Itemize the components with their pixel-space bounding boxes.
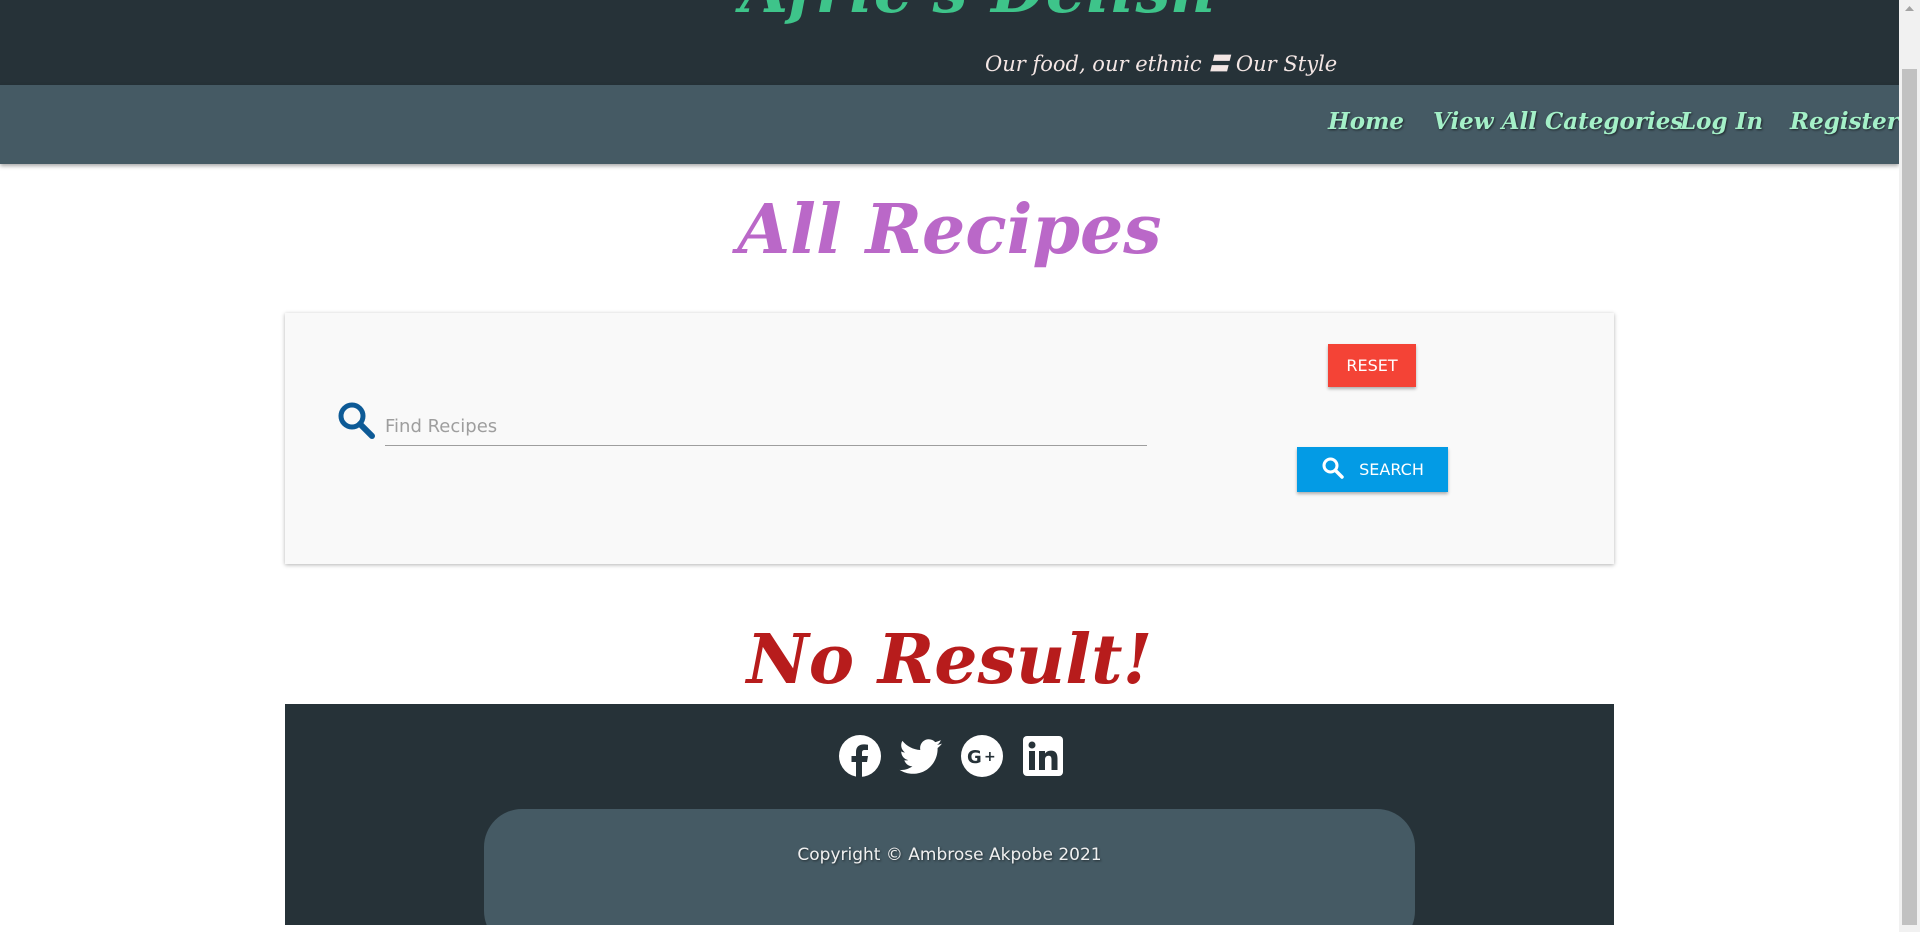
- google-plus-icon[interactable]: G +: [960, 734, 1004, 778]
- search-button-label: SEARCH: [1359, 460, 1424, 479]
- search-button[interactable]: SEARCH: [1297, 447, 1448, 492]
- scroll-up-arrow-icon[interactable]: [1899, 0, 1920, 17]
- linkedin-icon[interactable]: [1021, 734, 1065, 778]
- reset-button[interactable]: RESET: [1328, 344, 1416, 387]
- brand-tagline: Our food, our ethnic 〓 Our Style: [985, 52, 1338, 76]
- brand-header: Afric's Delish Our food, our ethnic 〓 Ou…: [0, 0, 1899, 85]
- nav-link-view-all-categories[interactable]: View All Categories: [1433, 108, 1683, 135]
- nav-link-log-in[interactable]: Log In: [1680, 108, 1763, 135]
- svg-text:+: +: [984, 749, 996, 765]
- reset-button-label: RESET: [1346, 356, 1398, 375]
- svg-text:G: G: [967, 747, 982, 768]
- vertical-scrollbar[interactable]: [1899, 0, 1920, 932]
- brand-title[interactable]: Afric's Delish: [740, 0, 1217, 27]
- facebook-icon[interactable]: [838, 734, 882, 778]
- scrollbar-thumb[interactable]: [1902, 69, 1917, 925]
- page-title: All Recipes: [737, 190, 1162, 270]
- page: Afric's Delish Our food, our ethnic 〓 Ou…: [0, 0, 1899, 932]
- no-result-message: No Result!: [746, 620, 1153, 700]
- copyright-text: Copyright © Ambrose Akpobe 2021: [797, 845, 1102, 865]
- search-icon: [337, 401, 377, 441]
- main-nav: Home View All Categories Log In Register: [0, 85, 1899, 164]
- nav-link-home[interactable]: Home: [1328, 108, 1404, 135]
- search-card: RESET SEARCH: [285, 313, 1614, 564]
- twitter-icon[interactable]: [899, 734, 943, 778]
- search-button-icon: [1321, 456, 1345, 484]
- search-input[interactable]: [385, 407, 1147, 446]
- footer-copyright-panel: Copyright © Ambrose Akpobe 2021: [484, 809, 1415, 925]
- nav-link-register[interactable]: Register: [1790, 108, 1899, 135]
- footer: G + Copyright © Ambrose Akpobe 2021: [285, 704, 1614, 925]
